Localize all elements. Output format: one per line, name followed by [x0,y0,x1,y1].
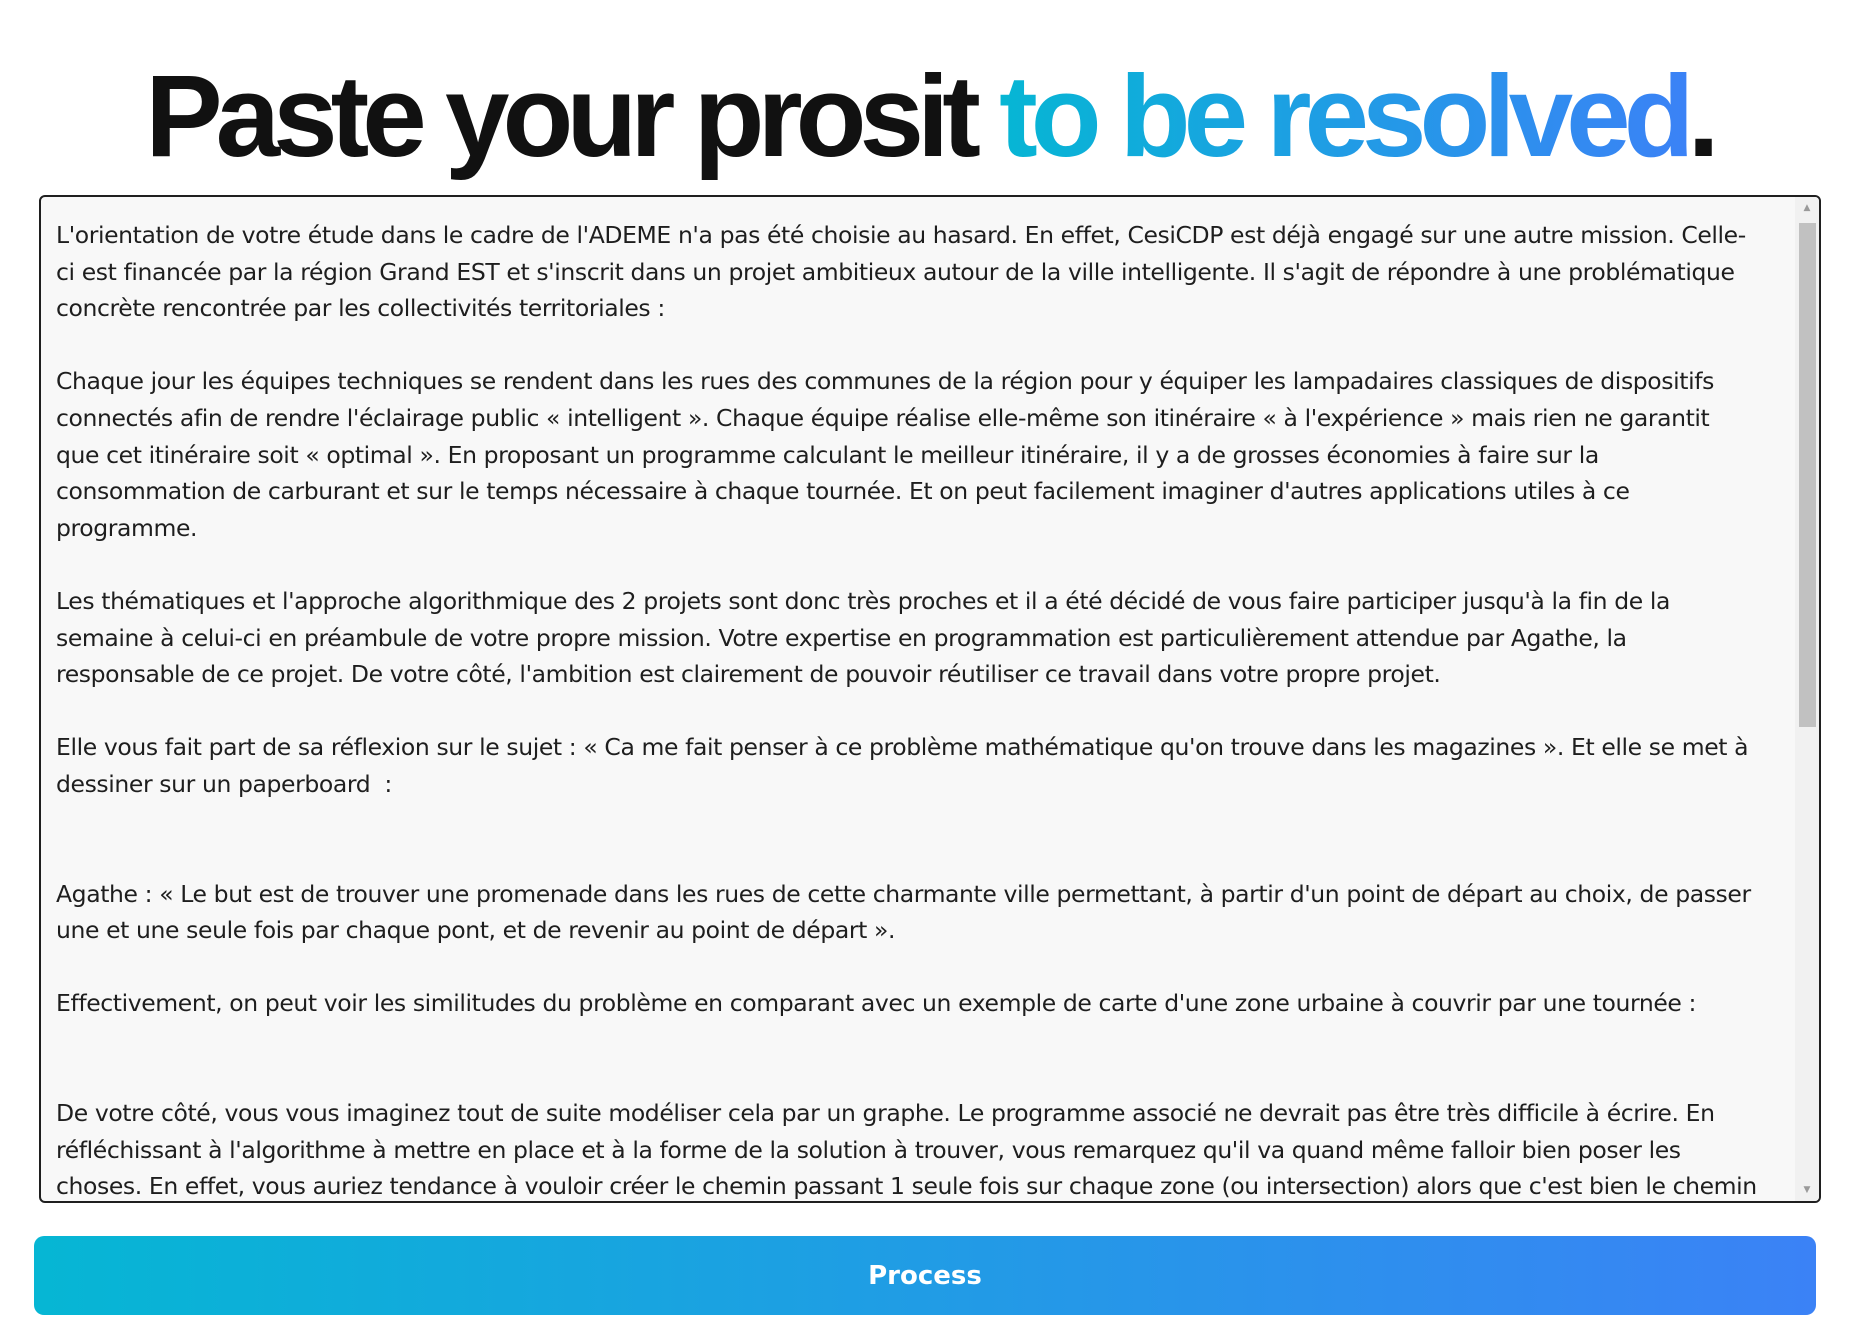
textarea-scrollbar[interactable]: ▲ ▼ [1795,197,1819,1201]
scrollbar-thumb[interactable] [1799,223,1816,727]
scroll-down-arrow-icon[interactable]: ▼ [1795,1179,1819,1201]
process-button[interactable]: Process [34,1236,1816,1315]
title-accent: to be resolved [999,51,1694,181]
page-title: Paste your prosit to be resolved. [0,52,1858,180]
prosit-textarea-container: L'orientation de votre étude dans le cad… [39,195,1821,1203]
prosit-textarea[interactable]: L'orientation de votre étude dans le cad… [41,197,1797,1201]
title-main: Paste your prosit [145,51,1000,181]
title-period: . [1687,51,1720,181]
scroll-up-arrow-icon[interactable]: ▲ [1795,197,1819,219]
page: Paste your prosit to be resolved. L'orie… [0,0,1858,1327]
